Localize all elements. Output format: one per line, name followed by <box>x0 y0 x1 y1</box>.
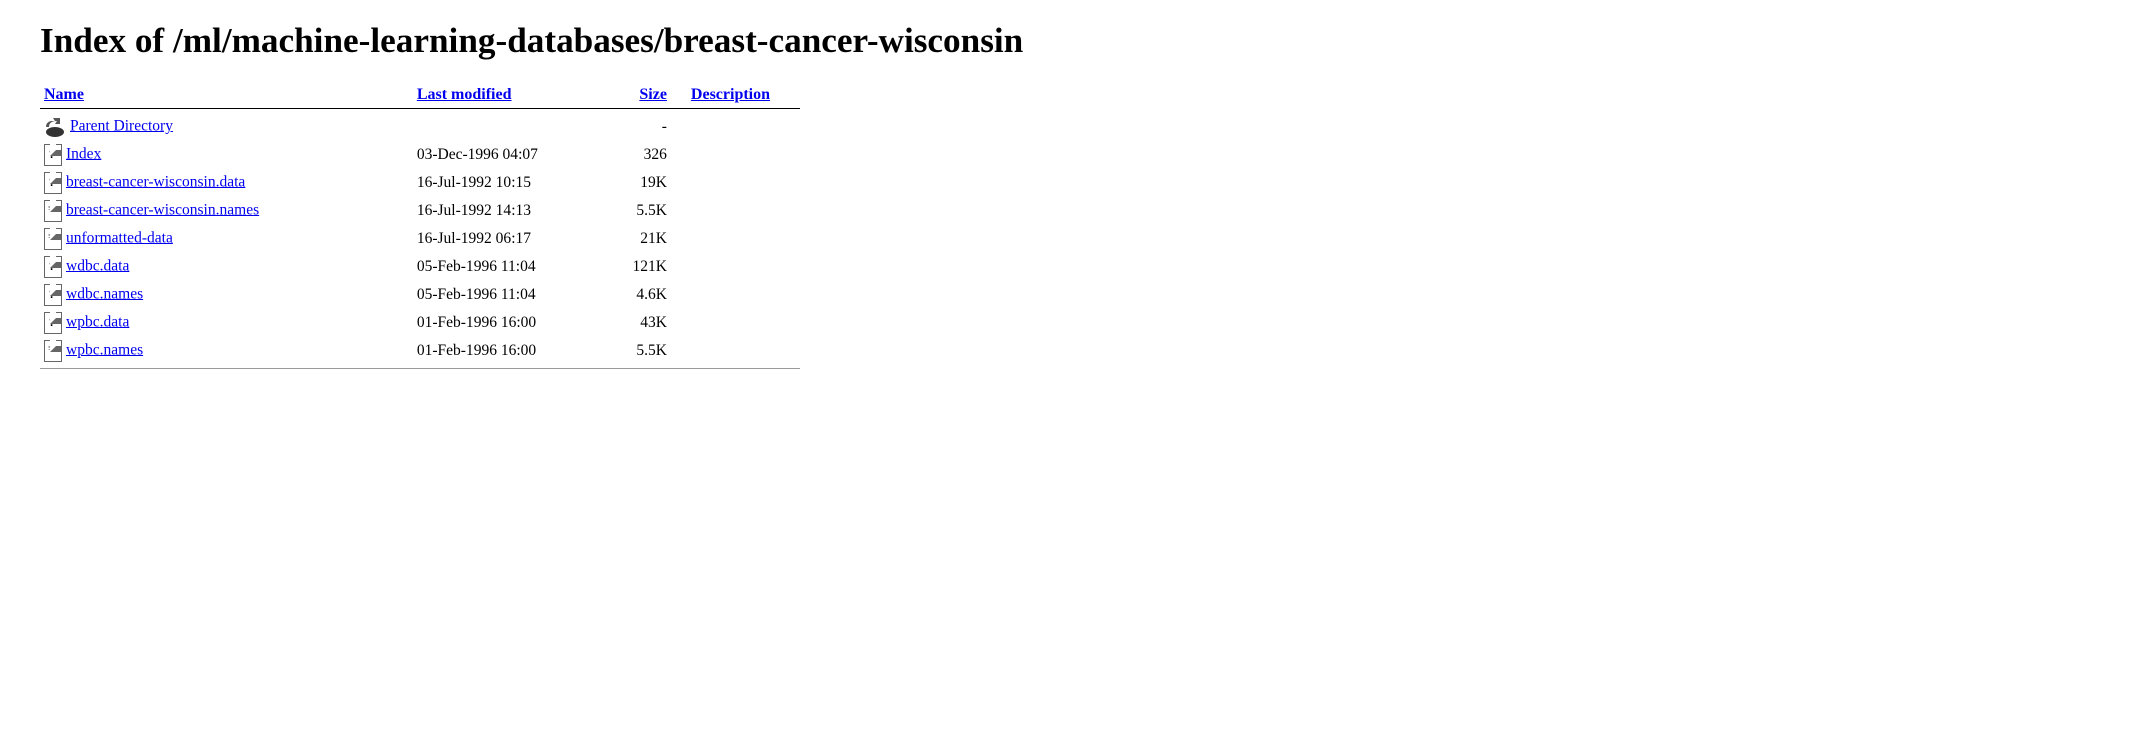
file-description <box>687 309 800 337</box>
file-description <box>687 225 800 253</box>
col-header-description[interactable]: Description <box>691 86 770 103</box>
file-link[interactable]: wpbc.data <box>66 313 129 330</box>
file-link[interactable]: wpbc.names <box>66 341 143 358</box>
file-description <box>687 113 800 141</box>
file-modified: 05-Feb-1996 11:04 <box>413 281 621 309</box>
file-modified: 03-Dec-1996 04:07 <box>413 141 621 169</box>
file-link[interactable]: wdbc.data <box>66 257 129 274</box>
table-row: wpbc.data 01-Feb-1996 16:0043K <box>40 309 800 337</box>
file-size: 4.6K <box>621 281 687 309</box>
file-modified: 16-Jul-1992 10:15 <box>413 169 621 197</box>
file-size: - <box>621 113 687 141</box>
col-header-name[interactable]: Name <box>44 86 84 103</box>
file-size: 121K <box>621 253 687 281</box>
file-modified: 16-Jul-1992 06:17 <box>413 225 621 253</box>
file-link[interactable]: breast-cancer-wisconsin.names <box>66 201 259 218</box>
file-size: 5.5K <box>621 337 687 365</box>
unknown-file-icon <box>44 256 62 278</box>
text-file-icon <box>44 200 62 222</box>
table-row: breast-cancer-wisconsin.names 16-Jul-1992… <box>40 197 800 225</box>
file-link[interactable]: unformatted-data <box>66 229 173 246</box>
table-row: breast-cancer-wisconsin.data 16-Jul-1992 … <box>40 169 800 197</box>
file-size: 326 <box>621 141 687 169</box>
table-row: wdbc.names 05-Feb-1996 11:044.6K <box>40 281 800 309</box>
page-title: Index of /ml/machine-learning-databases/… <box>40 20 2114 62</box>
file-modified: 01-Feb-1996 16:00 <box>413 337 621 365</box>
unknown-file-icon <box>44 312 62 334</box>
text-file-icon <box>44 340 62 362</box>
file-description <box>687 281 800 309</box>
unknown-file-icon <box>44 172 62 194</box>
table-row: wdbc.data 05-Feb-1996 11:04121K <box>40 253 800 281</box>
file-size: 21K <box>621 225 687 253</box>
file-description <box>687 197 800 225</box>
col-header-size[interactable]: Size <box>639 86 667 103</box>
file-listing-table: Name Last modified Size Description Pare… <box>40 82 800 369</box>
col-header-modified[interactable]: Last modified <box>417 86 512 103</box>
file-size: 19K <box>621 169 687 197</box>
table-row: Parent Directory - <box>40 113 800 141</box>
file-size: 5.5K <box>621 197 687 225</box>
file-description <box>687 141 800 169</box>
file-description <box>687 337 800 365</box>
unknown-file-icon <box>44 144 62 166</box>
parent-dir-icon <box>44 116 66 138</box>
table-row: unformatted-data 16-Jul-1992 06:1721K <box>40 225 800 253</box>
file-modified <box>413 113 621 141</box>
table-row: Index 03-Dec-1996 04:07326 <box>40 141 800 169</box>
file-link[interactable]: wdbc.names <box>66 285 143 302</box>
file-modified: 01-Feb-1996 16:00 <box>413 309 621 337</box>
file-link[interactable]: breast-cancer-wisconsin.data <box>66 173 245 190</box>
file-size: 43K <box>621 309 687 337</box>
unknown-file-icon <box>44 284 62 306</box>
file-modified: 05-Feb-1996 11:04 <box>413 253 621 281</box>
file-modified: 16-Jul-1992 14:13 <box>413 197 621 225</box>
file-description <box>687 169 800 197</box>
file-link[interactable]: Index <box>66 145 101 162</box>
table-row: wpbc.names 01-Feb-1996 16:005.5K <box>40 337 800 365</box>
text-file-icon <box>44 228 62 250</box>
file-link[interactable]: Parent Directory <box>70 117 173 134</box>
file-description <box>687 253 800 281</box>
